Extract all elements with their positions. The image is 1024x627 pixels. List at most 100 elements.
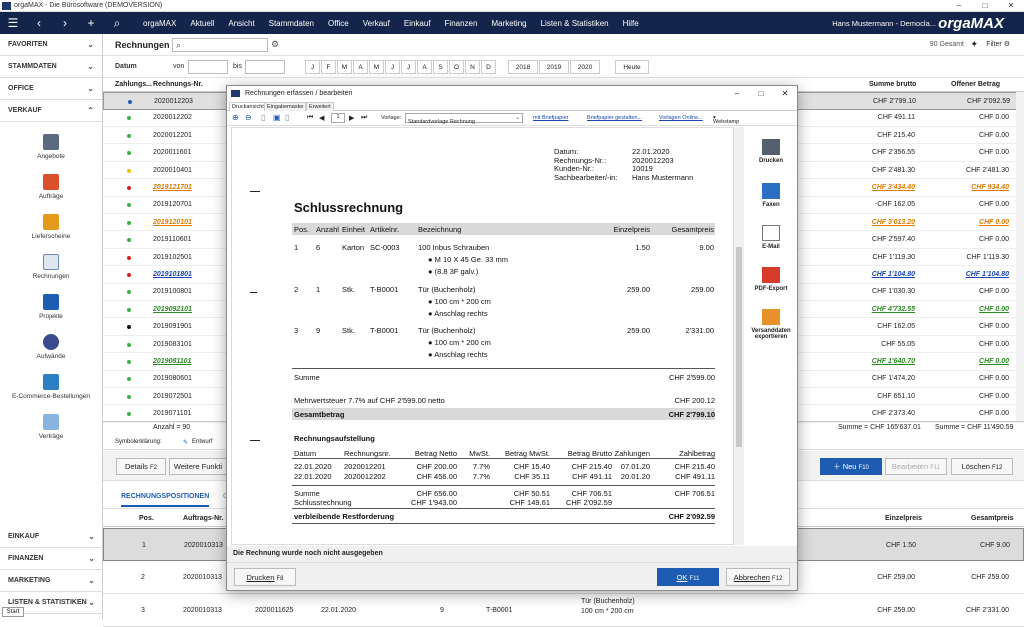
month-button-feb[interactable]: F [321,60,336,74]
first-page-icon[interactable]: ⏮ [307,114,313,122]
pin-icon[interactable]: ✦ [970,39,978,50]
date-to-input[interactable] [245,60,285,74]
month-button-nov[interactable]: N [465,60,480,74]
weitere-funktionen-button[interactable]: Weitere Funkti [169,458,227,475]
invoice-preview[interactable]: Datum: Rechnungs-Nr.: Kunden-Nr.: Sachbe… [231,127,734,545]
sidebar-item-projekte[interactable]: Projekte [0,290,102,330]
menu-aktuell[interactable]: Aktuell [183,19,221,28]
edit-button[interactable]: Bearbeiten F11 [885,458,947,475]
menu-stammdaten[interactable]: Stammdaten [262,19,321,28]
search-input[interactable]: ⌕ [172,38,268,52]
tab-erweitert[interactable]: Erweitert [306,102,334,111]
zoom-in-icon[interactable]: ⊕ [232,113,239,122]
col-brutto[interactable]: Summe brutto [869,81,916,88]
maximize-icon[interactable]: □ [749,86,773,101]
month-button-may[interactable]: M [369,60,384,74]
sidebar-item-ecommerce[interactable]: E-Commerce-Bestellungen [0,370,102,410]
month-button-jun[interactable]: J [385,60,400,74]
col-nr[interactable]: Rechnungs-Nr. [153,81,203,88]
menu-finanzen[interactable]: Finanzen [438,19,485,28]
close-icon[interactable]: ✕ [998,0,1024,12]
print-button[interactable]: Drucken F8 [234,568,296,586]
next-page-icon[interactable]: ▶ [349,114,354,122]
forward-icon[interactable]: › [52,12,78,34]
month-button-jan[interactable]: J [305,60,320,74]
sidebar-item-lieferscheine[interactable]: Lieferscheine [0,210,102,250]
close-icon[interactable]: ✕ [773,86,797,101]
last-page-icon[interactable]: ⏭ [361,114,367,122]
maximize-icon[interactable]: □ [972,0,998,12]
fax-action[interactable]: Faxen [745,183,797,208]
sidebar-head-finanzen[interactable]: FINANZEN ⌄ [0,548,103,570]
ok-button[interactable]: OK F11 [657,568,719,586]
month-button-oct[interactable]: O [449,60,464,74]
back-icon[interactable]: ‹ [26,12,52,34]
two-page-icon[interactable]: ▯ [285,113,289,122]
preview-scrollbar[interactable] [734,127,744,545]
vorlage-select[interactable]: Standardvorlage Rechnung ⌄ [405,113,523,125]
year-button-2020[interactable]: 2020 [570,60,600,74]
hamburger-icon[interactable]: ☰ [0,12,26,34]
menu-einkauf[interactable]: Einkauf [397,19,438,28]
month-button-dec[interactable]: D [481,60,496,74]
sidebar-item-aufwaende[interactable]: Aufwände [0,330,102,370]
minimize-icon[interactable]: – [725,86,749,101]
webstamp-menu[interactable]: Webstamp ▾ [713,115,739,125]
month-button-apr[interactable]: A [353,60,368,74]
menu-hilfe[interactable]: Hilfe [616,19,646,28]
user-label[interactable]: Hans Mustermann - Democla... [832,19,936,28]
sidebar-head-marketing[interactable]: MARKETING ⌄ [0,570,103,592]
date-from-input[interactable] [188,60,228,74]
col-offen[interactable]: Offener Betrag [951,81,1000,88]
new-button[interactable]: ＋ Neu F10 [820,458,882,475]
sidebar-item-rechnungen[interactable]: Rechnungen [0,250,102,290]
zoom-out-icon[interactable]: ⊖ [245,113,252,122]
filter-button[interactable]: Filter ⚙ [986,40,1010,48]
print-action[interactable]: Drucken [745,139,797,164]
month-button-aug[interactable]: A [417,60,432,74]
cancel-button[interactable]: Abbrechen F12 [726,568,790,586]
position-row[interactable]: 3 2020010313 CHF 259.00 CHF 2'331.00 2020011… [103,594,1024,627]
tab-rechnungspositionen[interactable]: RECHNUNGSPOSITIONEN [121,493,210,507]
page-number-input[interactable]: 1 [331,113,345,123]
link-briefpapier-gestalten[interactable]: Briefpapier gestalten... [587,115,642,121]
menu-office[interactable]: Office [321,19,356,28]
sidebar-item-vertraege[interactable]: Verträge [0,410,102,450]
tab-druckansicht[interactable]: Druckansicht [229,102,267,111]
col-pos[interactable]: Pos. [139,515,154,522]
delete-button[interactable]: Löschen F12 [951,458,1013,475]
sidebar-item-auftraege[interactable]: Aufträge [0,170,102,210]
year-button-2019[interactable]: 2019 [539,60,569,74]
month-button-sep[interactable]: S [433,60,448,74]
gear-icon[interactable]: ⚙ [271,39,279,50]
sidebar-item-angebote[interactable]: Angebote [0,130,102,170]
menu-brand[interactable]: orgaMAX [136,19,183,28]
page-icon[interactable]: ▯ [261,113,265,122]
month-button-jul[interactable]: J [401,60,416,74]
versanddaten-action[interactable]: Versanddaten exportieren [745,309,797,340]
email-action[interactable]: E-Mail [745,225,797,250]
menu-verkauf[interactable]: Verkauf [356,19,397,28]
fit-page-icon[interactable]: ▣ [273,113,281,122]
link-vorlagen-online[interactable]: Vorlagen Online... [659,115,703,121]
sidebar-head-einkauf[interactable]: EINKAUF ⌄ [0,526,103,548]
grid-scrollbar[interactable] [1016,92,1024,422]
col-gesamtpreis[interactable]: Gesamtpreis [971,515,1013,522]
year-button-2018[interactable]: 2018 [508,60,538,74]
start-button[interactable]: Start [2,607,24,617]
details-button[interactable]: Details F2 [116,458,166,475]
search-icon[interactable]: ⌕ [104,12,130,34]
minimize-icon[interactable]: – [946,0,972,12]
menu-marketing[interactable]: Marketing [484,19,533,28]
col-auftrag[interactable]: Auftrags-Nr. [183,515,223,522]
col-einzelpreis[interactable]: Einzelpreis [885,515,922,522]
month-button-mar[interactable]: M [337,60,352,74]
pdf-export-action[interactable]: PDF-Export [745,267,797,292]
today-button[interactable]: Heute [615,60,649,74]
sidebar-head-favoriten[interactable]: FAVORITEN ⌄ [0,34,102,56]
sidebar-head-stammdaten[interactable]: STAMMDATEN ⌄ [0,56,102,78]
menu-ansicht[interactable]: Ansicht [221,19,261,28]
sidebar-head-office[interactable]: OFFICE ⌄ [0,78,102,100]
prev-page-icon[interactable]: ◀ [319,114,324,122]
add-icon[interactable]: + [78,12,104,34]
